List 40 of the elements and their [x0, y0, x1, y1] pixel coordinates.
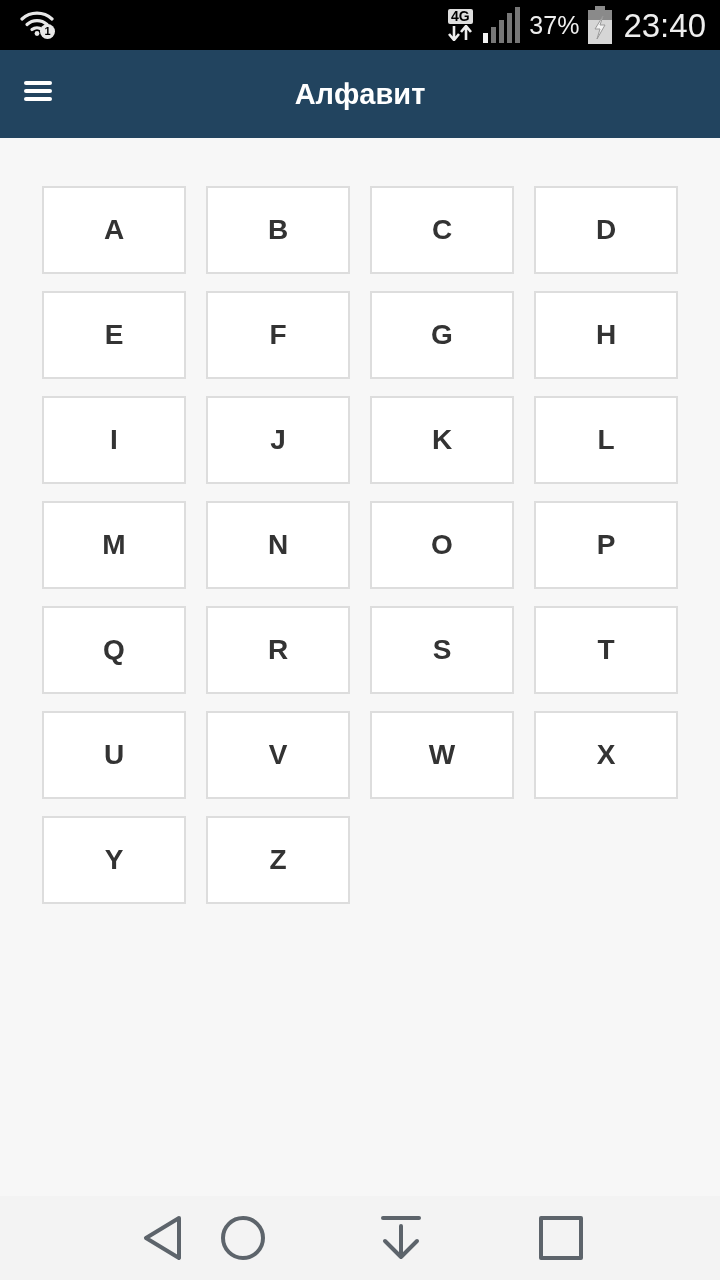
clock-time: 23:40 [623, 8, 706, 42]
data-arrows-icon [447, 25, 474, 41]
letter-tile[interactable]: N [206, 501, 350, 589]
home-icon[interactable] [221, 1216, 265, 1260]
letter-tile[interactable]: E [42, 291, 186, 379]
letter-tile[interactable]: F [206, 291, 350, 379]
battery-charging-icon [588, 6, 613, 44]
letter-tile[interactable]: W [370, 711, 514, 799]
letter-tile[interactable]: T [534, 606, 678, 694]
letter-tile[interactable]: M [42, 501, 186, 589]
recent-apps-icon[interactable] [539, 1216, 583, 1260]
wifi-icon [20, 10, 54, 36]
letter-tile[interactable]: P [534, 501, 678, 589]
letter-tile[interactable]: D [534, 186, 678, 274]
network-type-badge: 4G [448, 9, 473, 24]
letter-tile[interactable]: A [42, 186, 186, 274]
letter-tile[interactable]: K [370, 396, 514, 484]
letter-tile[interactable]: B [206, 186, 350, 274]
letter-tile[interactable]: C [370, 186, 514, 274]
letter-tile[interactable]: G [370, 291, 514, 379]
letter-tile[interactable]: H [534, 291, 678, 379]
app-title: Алфавит [294, 79, 426, 109]
menu-icon[interactable] [24, 81, 52, 101]
letter-tile[interactable]: V [206, 711, 350, 799]
letter-tile[interactable]: L [534, 396, 678, 484]
letter-tile[interactable]: U [42, 711, 186, 799]
wifi-badge: 1 [40, 24, 55, 39]
back-icon[interactable] [143, 1216, 183, 1260]
signal-icon [483, 7, 522, 43]
letter-tile[interactable]: Q [42, 606, 186, 694]
letter-tile[interactable]: R [206, 606, 350, 694]
letter-tile[interactable]: Z [206, 816, 350, 904]
letter-tile[interactable]: S [370, 606, 514, 694]
letter-tile[interactable]: J [206, 396, 350, 484]
letter-tile[interactable]: I [42, 396, 186, 484]
letter-tile[interactable]: Y [42, 816, 186, 904]
battery-percent: 37% [529, 12, 580, 38]
download-arrow-icon[interactable] [381, 1216, 421, 1260]
letter-tile[interactable]: X [534, 711, 678, 799]
letter-tile[interactable]: O [370, 501, 514, 589]
